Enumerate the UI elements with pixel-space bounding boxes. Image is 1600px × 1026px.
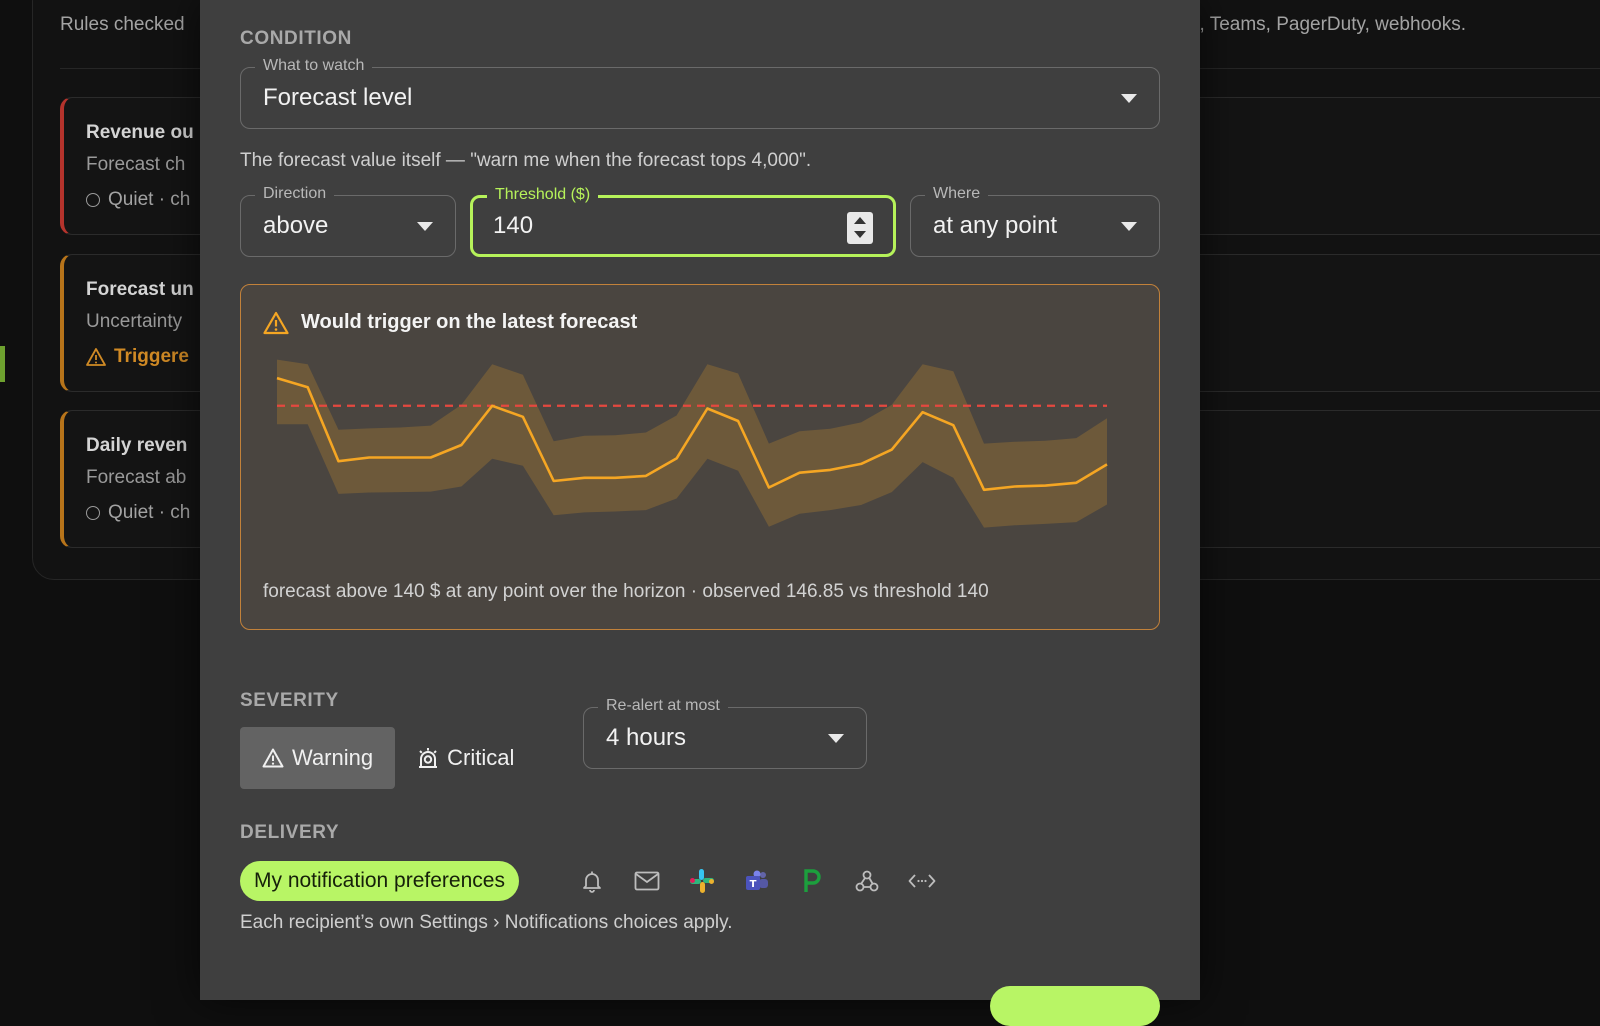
trigger-preview-box: Would trigger on the latest forecast for… [240, 284, 1160, 630]
rules-intro-text: Rules checked [60, 14, 185, 35]
rule-title: Forecast un [86, 279, 194, 300]
sidebar-active-marker [0, 346, 5, 382]
pagerduty-icon[interactable] [798, 867, 826, 895]
bell-icon[interactable] [578, 867, 606, 895]
save-button[interactable] [990, 986, 1160, 1026]
slack-icon[interactable] [688, 867, 716, 895]
rule-subtitle: Uncertainty [86, 311, 183, 332]
rule-subtitle: Forecast ch [86, 154, 186, 175]
uncertainty-band [277, 359, 1107, 528]
threshold-input[interactable]: Threshold ($) 140 [470, 185, 896, 257]
number-stepper[interactable] [847, 212, 873, 244]
severity-section-label: SEVERITY [240, 690, 339, 711]
field-value: at any point [933, 212, 1058, 239]
rule-title: Daily reven [86, 435, 188, 456]
realert-interval-select[interactable]: Re-alert at most 4 hours [583, 696, 867, 769]
field-label: Where [925, 184, 989, 204]
severity-critical-button[interactable]: Critical [395, 727, 536, 789]
rule-title: Revenue ou [86, 122, 194, 143]
quiet-status-icon [86, 506, 100, 520]
forecast-preview-chart [276, 359, 1108, 528]
field-value: above [263, 212, 329, 239]
chevron-down-icon [417, 222, 433, 231]
trigger-preview-caption: forecast above 140 $ at any point over t… [263, 581, 989, 602]
teams-icon[interactable]: T [743, 867, 771, 895]
rule-subtitle: Forecast ab [86, 467, 187, 488]
severity-toggle-group: Warning Critical [240, 727, 536, 789]
stepper-down-icon[interactable] [854, 231, 866, 238]
chevron-down-icon [1121, 94, 1137, 103]
warning-triangle-icon [86, 348, 106, 366]
condition-helper-text: The forecast value itself — "warn me whe… [240, 150, 812, 171]
severity-warning-button[interactable]: Warning [240, 727, 396, 789]
code-icon[interactable] [908, 867, 936, 895]
field-value: 140 [493, 212, 534, 239]
quiet-status-icon [86, 193, 100, 207]
direction-select[interactable]: Direction above [240, 184, 456, 257]
svg-text:T: T [750, 879, 757, 890]
rule-status: Triggere [86, 346, 189, 368]
where-select[interactable]: Where at any point [910, 184, 1160, 257]
field-label: What to watch [255, 56, 373, 76]
chevron-down-icon [828, 734, 844, 743]
delivery-section-label: DELIVERY [240, 822, 340, 843]
notification-preferences-chip[interactable]: My notification preferences [240, 861, 519, 901]
condition-section-label: CONDITION [240, 28, 353, 49]
rule-status: Quiet · ch [86, 189, 190, 211]
critical-alarm-icon [419, 748, 438, 768]
what-to-watch-select[interactable]: What to watch Forecast level [240, 56, 1160, 129]
webhook-icon[interactable] [853, 867, 881, 895]
field-value: 4 hours [606, 724, 687, 751]
warning-triangle-icon [262, 748, 284, 768]
field-label: Re-alert at most [598, 696, 728, 716]
field-value: Forecast level [263, 84, 413, 111]
rules-intro-text-right: k, Teams, PagerDuty, webhooks. [1190, 14, 1466, 35]
stepper-up-icon[interactable] [854, 217, 866, 224]
field-label: Direction [255, 184, 335, 204]
delivery-helper-text: Each recipient’s own Settings › Notifica… [240, 912, 733, 933]
rule-status: Quiet · ch [86, 502, 190, 524]
field-label: Threshold ($) [487, 185, 599, 205]
email-icon[interactable] [633, 867, 661, 895]
chevron-down-icon [1121, 222, 1137, 231]
